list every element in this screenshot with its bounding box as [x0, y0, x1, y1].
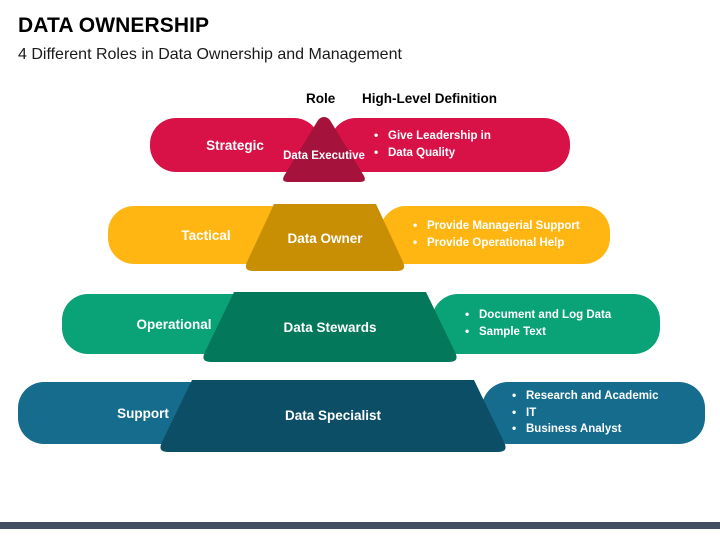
definition-item: IT [512, 404, 659, 422]
definition-item: Business Analyst [512, 420, 659, 438]
definition-item: Give Leadership in [374, 127, 491, 145]
pyramid-tier-data-owner[interactable]: Data Owner [240, 200, 410, 276]
pyramid-tier-data-executive[interactable]: Data Executive [278, 114, 370, 186]
definition-list-strategic: Give Leadership in Data Quality [374, 127, 491, 162]
definition-list-support: Research and Academic IT Business Analys… [512, 387, 659, 438]
definition-item: Document and Log Data [465, 306, 611, 324]
category-label-tactical: Tactical [181, 227, 231, 243]
definition-pill-operational[interactable]: Document and Log Data Sample Text [432, 294, 660, 354]
pyramid-tier-data-stewards[interactable]: Data Stewards [196, 288, 464, 368]
definition-pill-support[interactable]: Research and Academic IT Business Analys… [482, 382, 705, 444]
definition-item: Data Quality [374, 144, 491, 162]
page-title: DATA OWNERSHIP [18, 14, 210, 37]
category-label-strategic: Strategic [206, 137, 264, 153]
definition-item: Provide Managerial Support [413, 217, 580, 235]
pyramid-tier-data-specialist[interactable]: Data Specialist [152, 376, 514, 458]
definition-list-tactical: Provide Managerial Support Provide Opera… [413, 217, 580, 252]
definition-item: Provide Operational Help [413, 234, 580, 252]
footer-accent-bar [0, 522, 720, 529]
slide-canvas: DATA OWNERSHIP 4 Different Roles in Data… [0, 0, 720, 540]
role-label-data-owner: Data Owner [287, 231, 363, 247]
definition-pill-tactical[interactable]: Provide Managerial Support Provide Opera… [380, 206, 610, 264]
page-subtitle: 4 Different Roles in Data Ownership and … [18, 46, 402, 63]
column-header-definition: High-Level Definition [362, 91, 497, 106]
definition-item: Research and Academic [512, 387, 659, 405]
definition-item: Sample Text [465, 323, 611, 341]
definition-list-operational: Document and Log Data Sample Text [465, 306, 611, 341]
role-label-data-stewards: Data Stewards [283, 320, 377, 336]
column-header-role: Role [306, 91, 336, 106]
role-label-data-executive: Data Executive [283, 149, 365, 162]
role-label-data-specialist: Data Specialist [284, 408, 382, 424]
